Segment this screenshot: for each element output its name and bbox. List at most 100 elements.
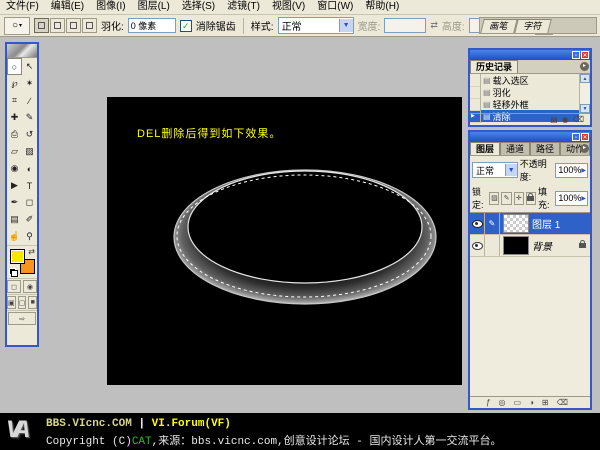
adjustment-layer-icon[interactable]: ◑: [529, 398, 534, 408]
tab-paths[interactable]: 路径: [530, 142, 560, 155]
healing-brush-tool[interactable]: ✚: [7, 109, 22, 126]
history-brush-tool[interactable]: ↺: [22, 126, 37, 143]
chevron-right-icon[interactable]: ▶: [581, 167, 586, 174]
antialias-checkbox[interactable]: ✓: [180, 20, 192, 32]
opacity-field[interactable]: 100% ▶: [555, 163, 588, 178]
hand-tool[interactable]: ☝: [7, 228, 22, 245]
menu-file[interactable]: 文件(F): [0, 0, 45, 14]
tab-layers[interactable]: 图层: [470, 142, 500, 155]
subtract-from-selection-button[interactable]: [66, 18, 81, 33]
blur-tool[interactable]: ◉: [7, 160, 22, 177]
fill-field[interactable]: 100% ▶: [555, 191, 588, 206]
scroll-down-icon[interactable]: ▼: [580, 104, 590, 113]
document-canvas[interactable]: DEL删除后得到如下效果。: [107, 97, 462, 385]
fullscreen-button[interactable]: ■: [28, 296, 37, 309]
layer-row-background[interactable]: 背景: [470, 235, 590, 257]
pen-tool[interactable]: ✒: [7, 194, 22, 211]
history-title-bar[interactable]: ▫ ✕: [470, 50, 590, 60]
lock-all-icon[interactable]: [526, 192, 536, 205]
layer-thumbnail[interactable]: [503, 214, 529, 233]
intersect-selection-button[interactable]: [82, 18, 97, 33]
eraser-tool[interactable]: ▱: [7, 143, 22, 160]
visibility-toggle[interactable]: [470, 213, 485, 234]
layer-style-icon[interactable]: ƒ: [486, 398, 490, 408]
slice-tool[interactable]: ∕: [22, 92, 37, 109]
shape-tool[interactable]: ◻: [22, 194, 37, 211]
layer-row-layer1[interactable]: ✎ 图层 1: [470, 213, 590, 235]
brush-tool[interactable]: ✎: [22, 109, 37, 126]
standard-screen-button[interactable]: ▣: [7, 296, 16, 309]
clone-stamp-tool[interactable]: ⎙: [7, 126, 22, 143]
default-colors-icon[interactable]: [9, 268, 18, 277]
foreground-color-swatch[interactable]: [10, 249, 25, 264]
menu-edit[interactable]: 编辑(E): [45, 0, 90, 14]
lock-pixels-icon[interactable]: ✎: [501, 192, 511, 205]
menu-view[interactable]: 视图(V): [266, 0, 311, 14]
chevron-down-icon[interactable]: ▼: [339, 19, 353, 32]
menu-help[interactable]: 帮助(H): [359, 0, 405, 14]
link-well[interactable]: [485, 235, 500, 256]
tab-brushes[interactable]: 画笔: [480, 19, 518, 33]
tab-channels[interactable]: 通道: [500, 142, 530, 155]
standard-mode-button[interactable]: ◻: [7, 280, 21, 293]
lock-transparency-icon[interactable]: ▨: [489, 192, 499, 205]
type-tool[interactable]: T: [22, 177, 37, 194]
blend-mode-select[interactable]: 正常 ▼: [472, 162, 518, 178]
zoom-tool[interactable]: ⚲: [22, 228, 37, 245]
close-icon[interactable]: ✕: [581, 133, 589, 141]
lock-position-icon[interactable]: ✛: [514, 192, 524, 205]
trash-icon[interactable]: ⌫: [557, 398, 568, 408]
layer-thumbnail[interactable]: [503, 236, 529, 255]
new-document-from-state-icon[interactable]: ▤: [550, 115, 558, 125]
layers-title-bar[interactable]: ▫ ✕: [470, 132, 590, 142]
history-state-load-selection[interactable]: ▤ 载入选区: [470, 74, 579, 86]
tab-character[interactable]: 字符: [514, 19, 552, 33]
menu-window[interactable]: 窗口(W): [311, 0, 359, 14]
history-state-nudge-outline[interactable]: ▤ 轻移外框: [470, 98, 579, 110]
tab-history[interactable]: 历史记录: [470, 60, 518, 73]
layer-name[interactable]: 背景: [532, 238, 579, 253]
menu-select[interactable]: 选择(S): [176, 0, 221, 14]
chevron-down-icon[interactable]: ▼: [505, 164, 517, 176]
minimize-icon[interactable]: ▫: [572, 133, 580, 141]
history-state-feather[interactable]: ▤ 羽化: [470, 86, 579, 98]
notes-tool[interactable]: ▤: [7, 211, 22, 228]
menu-image[interactable]: 图像(I): [90, 0, 131, 14]
swap-colors-icon[interactable]: ⇄: [28, 247, 35, 256]
new-selection-button[interactable]: [34, 18, 49, 33]
current-tool-preview[interactable]: ○ ▾: [4, 17, 30, 35]
path-selection-tool[interactable]: ▶: [7, 177, 22, 194]
history-scrollbar[interactable]: ▲ ▼: [579, 74, 590, 113]
move-tool[interactable]: ↖: [22, 58, 37, 75]
menu-layer[interactable]: 图层(L): [132, 0, 176, 14]
palette-menu-icon[interactable]: ▸: [580, 144, 589, 153]
palette-menu-icon[interactable]: ▸: [580, 62, 589, 71]
add-to-selection-button[interactable]: [50, 18, 65, 33]
menu-filter[interactable]: 滤镜(T): [221, 0, 266, 14]
crop-tool[interactable]: ⌗: [7, 92, 22, 109]
layer-name[interactable]: 图层 1: [532, 216, 590, 231]
elliptical-marquee-tool[interactable]: ○: [7, 58, 22, 75]
new-snapshot-icon[interactable]: ◉: [562, 115, 569, 125]
close-icon[interactable]: ✕: [581, 51, 589, 59]
chevron-right-icon[interactable]: ▶: [581, 195, 586, 202]
trash-icon[interactable]: ⌫: [573, 115, 584, 125]
jump-to-imageready-button[interactable]: ⇨: [8, 312, 36, 325]
dodge-tool[interactable]: ◐: [22, 160, 37, 177]
history-source-well[interactable]: [470, 110, 481, 123]
fullscreen-menu-button[interactable]: ▢: [18, 296, 27, 309]
minimize-icon[interactable]: ▫: [572, 51, 580, 59]
layer-mask-icon[interactable]: ◎: [499, 398, 506, 408]
new-group-icon[interactable]: ▭: [514, 398, 522, 408]
swap-dimensions-icon[interactable]: ⇄: [430, 20, 438, 31]
scroll-up-icon[interactable]: ▲: [580, 74, 590, 83]
visibility-toggle[interactable]: [470, 235, 485, 256]
eyedropper-tool[interactable]: ✐: [22, 211, 37, 228]
new-layer-icon[interactable]: ⊞: [542, 398, 549, 408]
gradient-tool[interactable]: ▨: [22, 143, 37, 160]
feather-input[interactable]: [128, 18, 176, 33]
quick-mask-button[interactable]: ◉: [23, 280, 37, 293]
style-select[interactable]: 正常 ▼: [278, 17, 354, 34]
lasso-tool[interactable]: ℘: [7, 75, 22, 92]
magic-wand-tool[interactable]: ✶: [22, 75, 37, 92]
